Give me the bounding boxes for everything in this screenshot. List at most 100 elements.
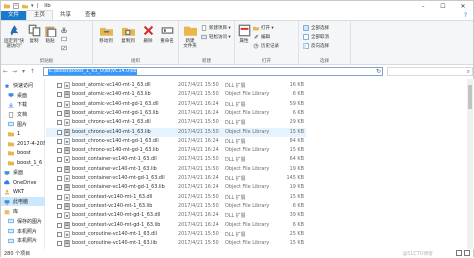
maximize-button[interactable]: ☐ [433,1,453,11]
copy-path-button[interactable] [61,35,67,42]
easy-access-button[interactable]: 轻松访问 ▾ [201,33,231,40]
dll-file-icon [64,175,70,182]
new-folder-icon[interactable] [22,3,28,9]
address-input[interactable]: E:\boost\boost_1_63_0\lib\VC14.0\lib [43,67,383,76]
file-row[interactable]: boost_context-vc140-mt-gd-1_63.dll 2017/4… [46,211,306,220]
file-row[interactable]: boost_atomic-vc140-mt-gd-1_63.lib 2017/4/… [46,109,306,118]
lib-file-icon [64,91,70,99]
file-row[interactable]: boost_atomic-vc140-mt-1_63.lib 2017/4/21 … [46,90,306,99]
nav-item[interactable]: 下载 [1,100,45,109]
nav-item[interactable]: 桌面 [1,168,45,177]
tab-home[interactable]: 主页 [26,10,54,20]
open-button[interactable]: 打开 ▾ [253,24,274,31]
cut-button[interactable] [61,26,67,33]
row-checkbox[interactable] [57,231,62,237]
file-row[interactable]: boost_container-vc140-mt-1_63.lib 2017/4/… [46,165,306,174]
nav-item[interactable]: boost [1,149,45,158]
new-folder-button[interactable]: 新建 文件夹 [181,24,199,49]
move-to-button[interactable]: 移动到 [95,24,117,44]
row-checkbox[interactable] [57,101,62,107]
row-checkbox[interactable] [57,203,62,209]
nav-item[interactable]: OneDrive [1,178,45,187]
row-checkbox[interactable] [57,176,62,181]
copy-to-button[interactable]: 复制到 [117,24,139,44]
minimize-button[interactable]: – [413,1,433,11]
recent-dropdown-button[interactable]: ▾ [19,67,28,76]
file-row[interactable]: boost_atomic-vc140-mt-gd-1_63.dll 2017/4/… [46,100,306,109]
nav-item[interactable]: 1 [1,130,45,139]
nav-item[interactable]: boost_1_6 [1,159,45,168]
paste-shortcut-button[interactable] [61,44,67,51]
pin-icon [10,25,18,36]
up-button[interactable]: ↑ [28,67,37,76]
select-none-button[interactable]: 全部取消 [303,33,329,40]
file-row[interactable]: boost_container-vc140-mt-gd-1_63.dll 2017… [46,174,306,183]
copy-button[interactable]: 复制 [27,24,41,44]
nav-item[interactable]: 图片 [1,120,45,129]
pin-quick-access-button[interactable]: 固定到"快速访问" [3,24,25,49]
row-checkbox[interactable] [57,222,62,228]
forward-button[interactable]: → [10,67,19,76]
file-row[interactable]: boost_chrono-vc140-mt-1_63.lib 2017/4/21 … [46,127,306,137]
nav-item[interactable]: 保存的图片 [1,217,45,226]
vertical-scrollbar[interactable] [467,79,473,249]
edit-button[interactable]: 编辑 [253,33,270,40]
row-checkbox[interactable] [57,213,62,219]
row-checkbox[interactable] [57,148,62,154]
scrollbar-thumb[interactable] [468,85,472,109]
file-row[interactable]: boost_atomic-vc140-mt-1_63.dll 2017/4/21 … [46,81,306,90]
properties-button[interactable]: 属性 [237,24,251,44]
file-type: DLL 扩展 [225,120,246,127]
rename-button[interactable]: 重命名 [157,24,177,44]
row-checkbox[interactable] [57,138,62,144]
back-button[interactable]: ← [1,67,10,76]
file-row[interactable]: boost_context-vc140-mt-gd-1_63.lib 2017/4… [46,221,306,230]
file-row[interactable]: boost_chrono-vc140-mt-gd-1_63.dll 2017/4/… [46,137,306,146]
file-row[interactable]: boost_container-vc140-mt-gd-1_63.lib 2017… [46,183,306,192]
row-checkbox[interactable] [57,157,62,163]
nav-item[interactable]: 此电脑 [1,197,45,207]
tab-file[interactable]: 文件 [1,11,27,20]
properties-icon[interactable] [13,3,19,9]
paste-button[interactable]: 粘贴 [43,24,57,44]
file-row[interactable]: boost_coroutine-vc140-mt-1_63.dll 2017/4/… [46,230,306,239]
close-button[interactable]: ✕ [453,1,473,11]
row-checkbox[interactable] [57,110,62,116]
file-row[interactable]: boost_context-vc140-mt-1_63.dll 2017/4/21… [46,193,306,202]
nav-item[interactable]: 本机照片 [1,236,45,245]
new-item-button[interactable]: 新建项目 ▾ [201,24,231,31]
tab-share[interactable]: 共享 [53,11,78,20]
delete-button[interactable]: 删除 [139,24,157,44]
details-view-button[interactable] [456,250,462,256]
row-checkbox[interactable] [57,129,62,135]
row-checkbox[interactable] [57,194,62,200]
help-icon[interactable]: ? [464,12,467,19]
invert-select-button[interactable]: 反向选择 [303,42,329,49]
row-checkbox[interactable] [57,120,62,126]
select-all-button[interactable]: 全部选择 [303,24,329,31]
row-checkbox[interactable] [57,241,62,247]
nav-item[interactable]: 本机照片 [1,227,45,236]
row-checkbox[interactable] [57,166,62,172]
tab-view[interactable]: 查看 [78,11,103,20]
file-row[interactable]: boost_container-vc140-mt-1_63.dll 2017/4/… [46,155,306,164]
history-button[interactable]: 历史记录 [253,42,279,49]
file-row[interactable]: boost_chrono-vc140-mt-gd-1_63.lib 2017/4/… [46,146,306,155]
nav-item[interactable]: 快速访问 [1,81,45,90]
nav-item[interactable]: 2017-4-20年附 [1,139,45,148]
nav-item[interactable]: 桌面 [1,91,45,100]
file-row[interactable]: boost_chrono-vc140-mt-1_63.dll 2017/4/21 … [46,118,306,127]
edit-label: 编辑 [261,34,270,40]
search-input[interactable]: ⌕ [387,67,473,76]
large-icons-view-button[interactable] [464,250,470,256]
refresh-button[interactable]: ↻ [376,68,381,75]
file-row[interactable]: boost_context-vc140-mt-1_63.lib 2017/4/21… [46,202,306,211]
nav-item[interactable]: 库 [1,207,45,216]
row-checkbox[interactable] [57,185,62,191]
nav-item[interactable]: 文档 [1,110,45,119]
qa-dropdown-icon[interactable]: ▾ [31,3,34,9]
nav-item[interactable]: WKT [1,188,45,197]
row-checkbox[interactable] [57,83,62,88]
row-checkbox[interactable] [57,92,62,98]
file-row[interactable]: boost_coroutine-vc140-mt-1_63.lib 2017/4/… [46,239,306,248]
